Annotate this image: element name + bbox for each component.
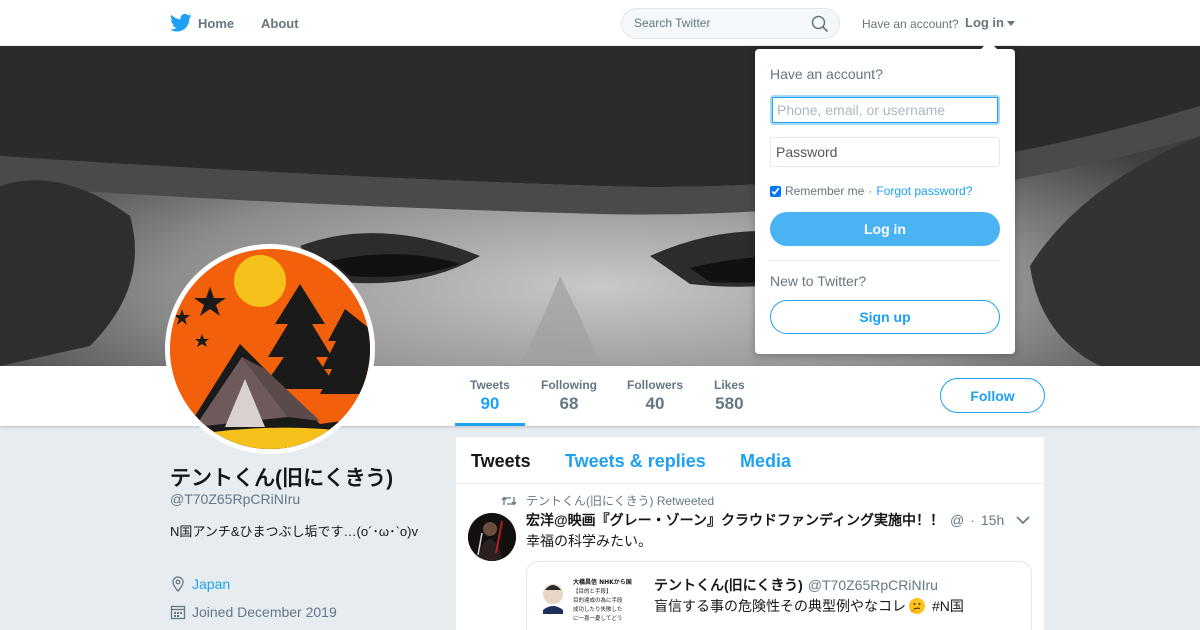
quote-media-line: 【目的と手段】 xyxy=(573,587,612,595)
quoted-tweet-author: テントくん(旧にくきう) @T70Z65RpCRiNIru xyxy=(654,575,938,595)
new-to-twitter-text: New to Twitter? xyxy=(770,273,867,289)
tent-camp-logo xyxy=(170,249,370,449)
joined-date: Joined December 2019 xyxy=(192,604,337,620)
quoted-tweet-text: 盲信する事の危険性その典型例やなコレ #N国 xyxy=(654,596,964,616)
profile-location: Japan xyxy=(170,576,230,592)
location-pin-icon xyxy=(172,576,184,592)
retweet-icon xyxy=(501,495,517,506)
location-link[interactable]: Japan xyxy=(192,576,230,592)
twitter-bird-icon xyxy=(170,13,192,32)
profile-handle[interactable]: @T70Z65RpCRiNIru xyxy=(170,491,300,507)
tweet-avatar-photo xyxy=(468,513,516,561)
login-dropdown: Have an account? Remember me · Forgot pa… xyxy=(755,41,1015,354)
stat-label: Following xyxy=(541,378,597,392)
stat-value: 40 xyxy=(645,394,665,413)
tweet-separator: · xyxy=(970,512,975,528)
quoted-author-name: テントくん(旧にくきう) xyxy=(654,577,803,593)
caret-down-icon xyxy=(1007,21,1015,26)
tab-tweets[interactable]: Tweets xyxy=(471,451,531,472)
tweet-timestamp[interactable]: 15h xyxy=(981,512,1004,528)
dropdown-divider xyxy=(770,260,1000,261)
profile-name[interactable]: テントくん(旧にくきう) xyxy=(170,462,393,492)
thinking-face-icon xyxy=(909,598,925,614)
tweet-text: 幸福の科学みたい。 xyxy=(526,533,652,549)
dropdown-title: Have an account? xyxy=(770,66,883,82)
tweet-avatar[interactable] xyxy=(468,513,516,561)
login-button[interactable]: Log in xyxy=(770,212,1000,246)
quote-media-line: に一喜一憂してどう xyxy=(573,614,622,622)
nav-about-link[interactable]: About xyxy=(261,16,299,31)
search-input[interactable] xyxy=(634,16,804,30)
quote-media-line: 目的達成の為に手段 xyxy=(573,596,623,604)
timeline-tabs: Tweets Tweets & replies Media xyxy=(456,437,1044,484)
follow-button[interactable]: Follow xyxy=(940,378,1045,413)
stat-following[interactable]: Following 68 xyxy=(541,378,597,414)
timeline: Tweets Tweets & replies Media テントくん(旧にくき… xyxy=(456,437,1044,630)
login-dropdown-toggle[interactable]: Log in xyxy=(965,15,1015,30)
retweet-context: テントくん(旧にくきう) Retweeted xyxy=(501,492,714,509)
quote-media-line: 成功したり失敗した xyxy=(573,605,623,613)
profile-joined: Joined December 2019 xyxy=(170,604,337,620)
password-field[interactable] xyxy=(770,137,1000,167)
remember-me-row: Remember me · Forgot password? xyxy=(770,184,972,198)
tab-media[interactable]: Media xyxy=(740,451,791,472)
tweet-author-handle[interactable]: @ xyxy=(950,512,964,528)
tweet-header: 宏洋@映画『グレー・ゾーン』クラウドファンディング実施中！！ @ · 15h xyxy=(526,510,1026,530)
hashtag-link[interactable]: #N国 xyxy=(932,596,964,616)
quoted-author-handle: @T70Z65RpCRiNIru xyxy=(807,577,938,593)
quoted-tweet-media[interactable]: 大橋昌信 NHKから国 【目的と手段】 目的達成の為に手段 成功したり失敗した … xyxy=(539,574,643,630)
login-link-label: Log in xyxy=(965,15,1004,30)
have-account-text: Have an account? xyxy=(862,17,959,31)
stat-value: 580 xyxy=(715,394,744,413)
calendar-icon xyxy=(170,605,186,620)
quoted-text-body: 盲信する事の危険性その典型例やなコレ xyxy=(654,598,906,614)
stat-label: Followers xyxy=(627,378,684,392)
profile-avatar[interactable] xyxy=(165,244,375,454)
stat-tweets[interactable]: Tweets 90 xyxy=(455,378,525,426)
search-icon[interactable] xyxy=(811,15,829,33)
username-field[interactable] xyxy=(770,95,1000,125)
remember-me-checkbox[interactable] xyxy=(770,185,781,197)
remember-me-label[interactable]: Remember me xyxy=(785,184,864,198)
stat-label: Likes xyxy=(714,378,745,392)
stat-value: 68 xyxy=(559,394,579,413)
profile-bio: N国アンチ&ひまつぶし垢です…(o´･ω･`o)v xyxy=(170,524,418,539)
tab-tweets-replies[interactable]: Tweets & replies xyxy=(565,451,706,472)
search-box xyxy=(621,8,840,39)
stat-value: 90 xyxy=(480,394,500,413)
stat-label: Tweets xyxy=(470,378,510,392)
top-nav: Home About Have an account? Log in xyxy=(0,0,1200,46)
quoted-tweet[interactable]: 大橋昌信 NHKから国 【目的と手段】 目的達成の為に手段 成功したり失敗した … xyxy=(526,561,1032,630)
retweet-note[interactable]: テントくん(旧にくきう) Retweeted xyxy=(526,492,714,509)
quoted-media-thumbnail: 大橋昌信 NHKから国 【目的と手段】 目的達成の為に手段 成功したり失敗した … xyxy=(539,574,643,630)
signup-button[interactable]: Sign up xyxy=(770,300,1000,334)
stat-likes[interactable]: Likes 580 xyxy=(714,378,745,414)
nav-home-link[interactable]: Home xyxy=(170,13,234,33)
chevron-down-icon[interactable] xyxy=(1016,515,1030,525)
nav-home-label: Home xyxy=(198,15,235,31)
forgot-password-link[interactable]: Forgot password? xyxy=(876,184,972,198)
quote-media-line: 大橋昌信 NHKから国 xyxy=(573,578,632,586)
stat-followers[interactable]: Followers 40 xyxy=(627,378,683,414)
remember-separator: · xyxy=(868,184,873,198)
tweet-author-name[interactable]: 宏洋@映画『グレー・ゾーン』クラウドファンディング実施中！！ xyxy=(526,510,944,530)
